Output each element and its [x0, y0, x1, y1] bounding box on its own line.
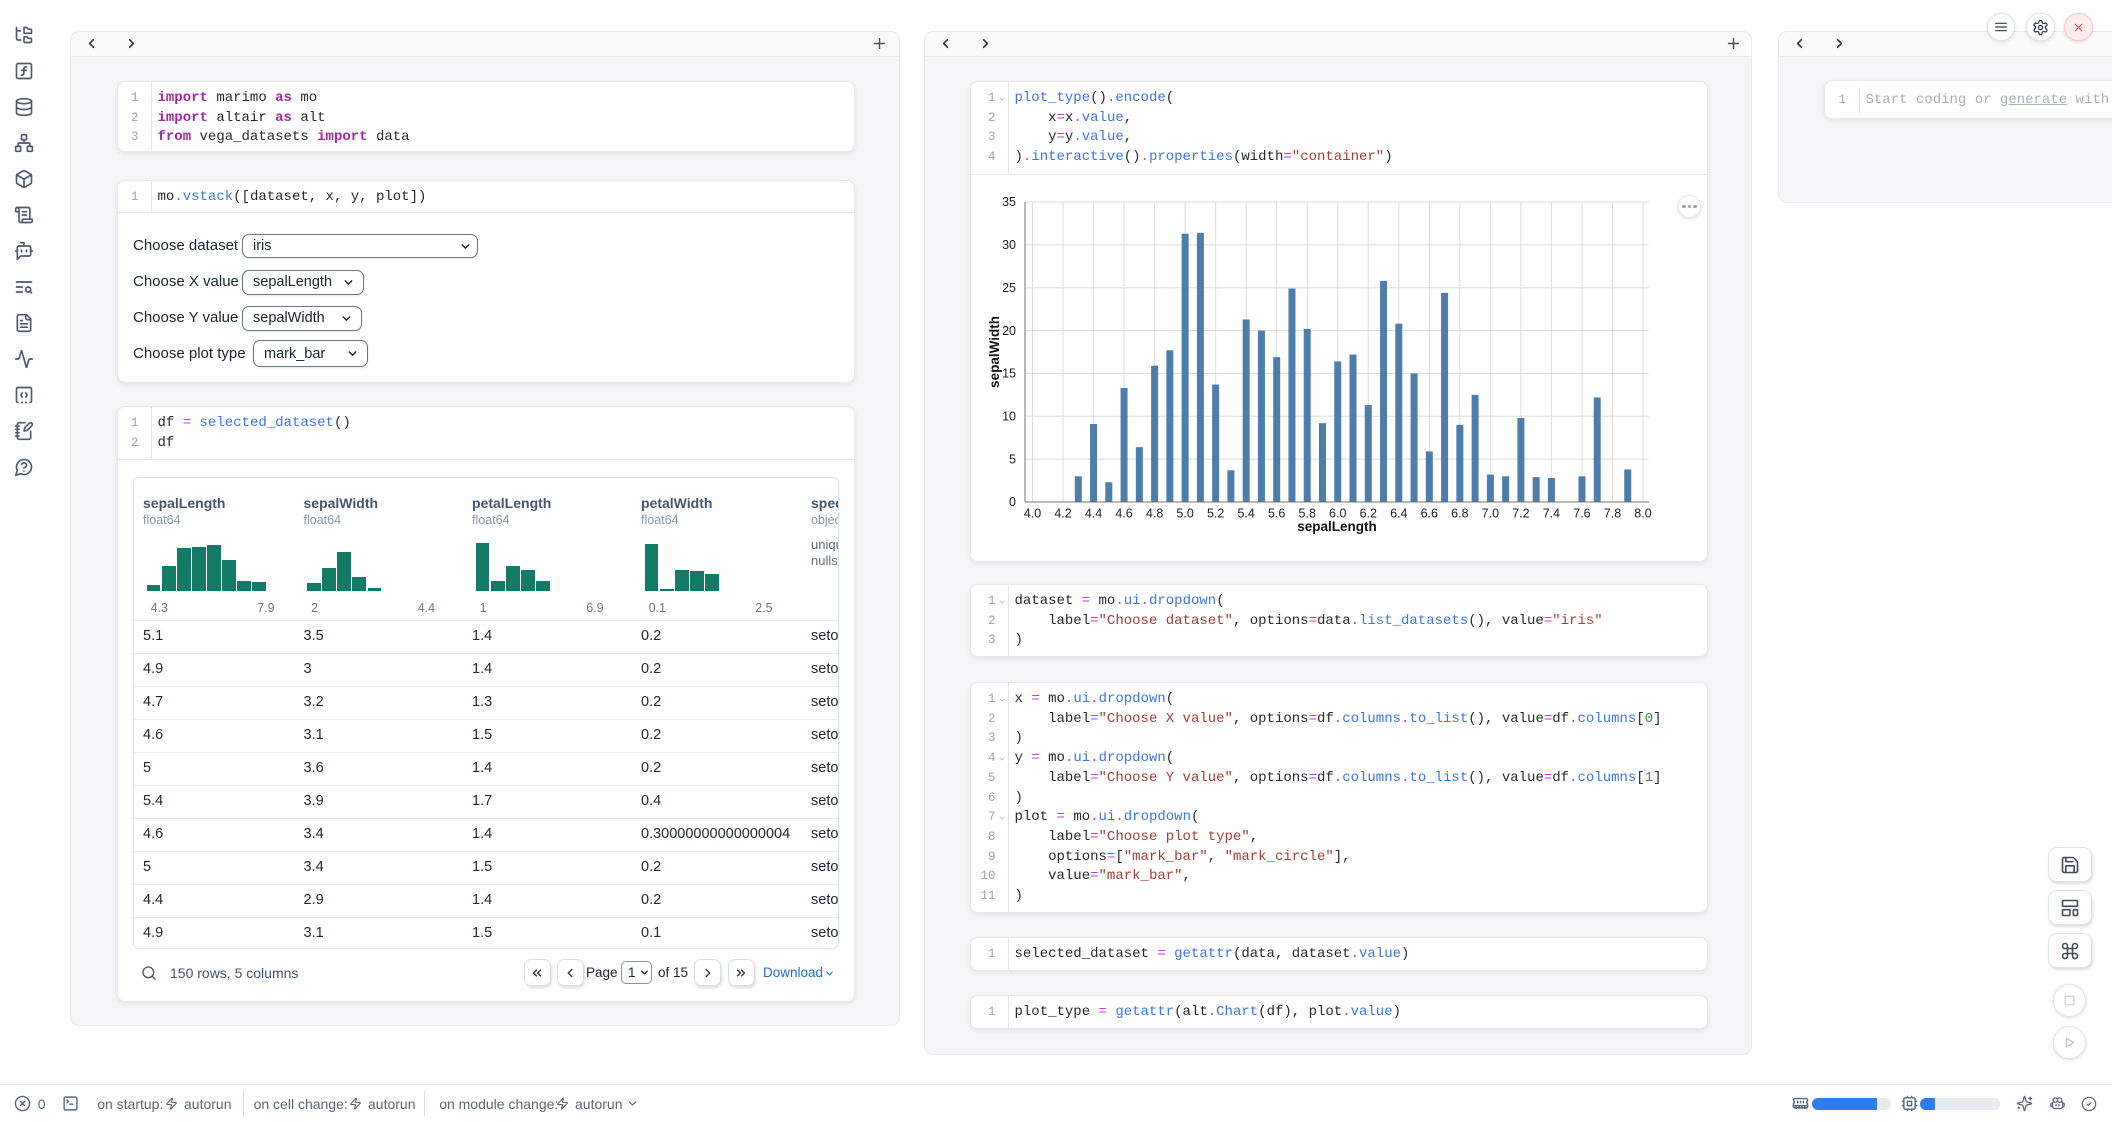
- svg-text:5.6: 5.6: [1268, 507, 1285, 521]
- svg-text:5.4: 5.4: [1237, 507, 1254, 521]
- svg-text:6.6: 6.6: [1421, 507, 1438, 521]
- svg-text:30: 30: [1002, 238, 1016, 252]
- svg-text:15: 15: [1002, 367, 1016, 381]
- svg-text:4.2: 4.2: [1054, 507, 1071, 521]
- svg-text:5.0: 5.0: [1176, 507, 1193, 521]
- svg-text:4.0: 4.0: [1024, 507, 1041, 521]
- svg-text:6.8: 6.8: [1451, 507, 1468, 521]
- svg-text:7.2: 7.2: [1512, 507, 1529, 521]
- svg-text:sepalLength: sepalLength: [1297, 519, 1377, 534]
- svg-text:4.8: 4.8: [1146, 507, 1163, 521]
- svg-text:7.4: 7.4: [1543, 507, 1560, 521]
- svg-text:0: 0: [1009, 495, 1016, 509]
- svg-text:4.4: 4.4: [1085, 507, 1102, 521]
- svg-text:7.8: 7.8: [1604, 507, 1621, 521]
- svg-text:7.6: 7.6: [1573, 507, 1590, 521]
- svg-text:25: 25: [1002, 281, 1016, 295]
- svg-text:sepalWidth: sepalWidth: [987, 316, 1002, 388]
- svg-text:5.2: 5.2: [1207, 507, 1224, 521]
- svg-text:20: 20: [1002, 324, 1016, 338]
- svg-text:6.4: 6.4: [1390, 507, 1407, 521]
- svg-text:4.6: 4.6: [1115, 507, 1132, 521]
- svg-text:8.0: 8.0: [1634, 507, 1651, 521]
- svg-text:10: 10: [1002, 409, 1016, 423]
- svg-text:35: 35: [1002, 195, 1016, 209]
- svg-text:7.0: 7.0: [1482, 507, 1499, 521]
- svg-text:5: 5: [1009, 452, 1016, 466]
